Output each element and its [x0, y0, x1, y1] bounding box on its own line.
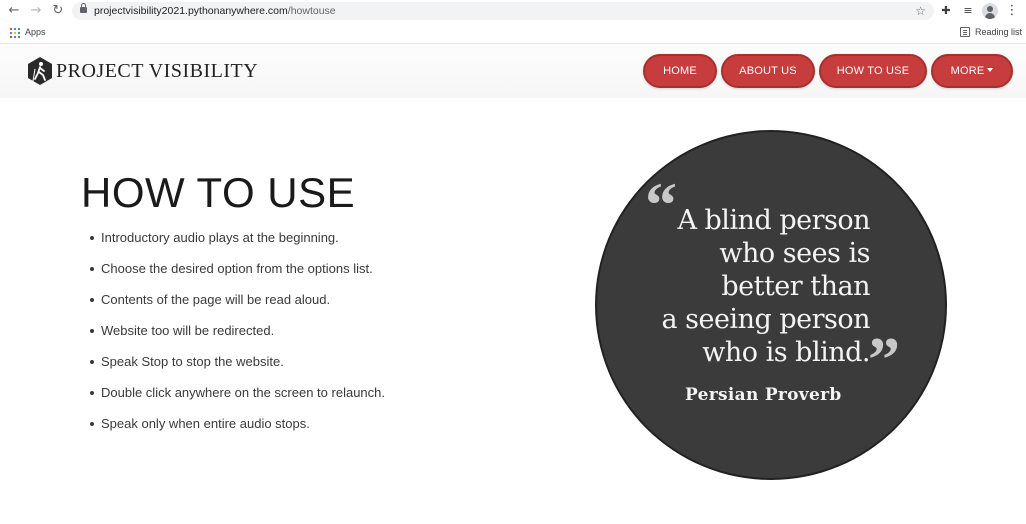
nav-more-label: MORE	[950, 65, 985, 77]
browser-toolbar: ← → ↻ projectvisibility2021.pythonanywhe…	[0, 0, 1026, 22]
instruction-item: Double click anywhere on the screen to r…	[90, 383, 385, 414]
extensions-puzzle-icon[interactable]: ✚	[938, 3, 954, 19]
menu-kebab-icon[interactable]: ⋮	[1004, 3, 1020, 19]
instruction-item: Contents of the page will be read aloud.	[90, 290, 385, 321]
quote-line: a seeing person	[661, 304, 870, 335]
url-path: /howtouse	[287, 5, 336, 17]
reload-icon[interactable]: ↻	[50, 3, 66, 19]
profile-avatar-icon[interactable]	[982, 3, 998, 19]
instruction-item: Choose the desired option from the optio…	[90, 259, 385, 290]
nav-how-to-use-button[interactable]: HOW TO USE	[819, 54, 927, 88]
back-arrow-icon[interactable]: ←	[6, 3, 22, 19]
apps-grid-icon[interactable]	[10, 28, 20, 38]
instructions-list: Introductory audio plays at the beginnin…	[90, 228, 385, 445]
instruction-item: Website too will be redirected.	[90, 321, 385, 352]
quote-line: who is blind.	[702, 337, 870, 368]
quote-author: Persian Proverb	[685, 385, 842, 405]
media-queue-icon[interactable]: ≡	[960, 3, 976, 19]
forward-arrow-icon[interactable]: →	[28, 3, 44, 19]
close-quote-mark: ”	[868, 324, 900, 395]
quote-line: who sees is	[719, 238, 870, 269]
caret-down-icon	[987, 68, 994, 72]
address-bar[interactable]: projectvisibility2021.pythonanywhere.com…	[72, 2, 934, 20]
instruction-item: Speak only when entire audio stops.	[90, 414, 385, 445]
nav-home-button[interactable]: HOME	[643, 54, 717, 88]
instruction-item: Introductory audio plays at the beginnin…	[90, 228, 385, 259]
quote-line: A blind person	[677, 205, 870, 236]
bookmarks-bar: Apps Reading list	[0, 22, 1026, 44]
site-logo-text[interactable]: PROJECT VISIBILITY	[56, 59, 258, 83]
logo-walking-person-icon[interactable]	[26, 56, 54, 86]
quote-line: better than	[721, 271, 870, 302]
nav-about-us-button[interactable]: ABOUT US	[721, 54, 815, 88]
page-title: HOW TO USE	[81, 169, 356, 216]
nav-more-dropdown[interactable]: MORE	[931, 54, 1013, 88]
bookmark-star-icon[interactable]: ☆	[915, 2, 926, 20]
url-text[interactable]: projectvisibility2021.pythonanywhere.com…	[94, 4, 336, 18]
reading-list-button[interactable]: Reading list	[975, 26, 1022, 38]
site-header: PROJECT VISIBILITY HOME ABOUT US HOW TO …	[0, 44, 1026, 98]
instruction-item: Speak Stop to stop the website.	[90, 352, 385, 383]
url-host: projectvisibility2021.pythonanywhere.com	[94, 5, 288, 17]
open-quote-mark: “	[645, 169, 677, 240]
lock-icon[interactable]	[80, 3, 87, 13]
reading-list-icon[interactable]	[960, 27, 970, 37]
apps-bookmark[interactable]: Apps	[25, 26, 46, 38]
